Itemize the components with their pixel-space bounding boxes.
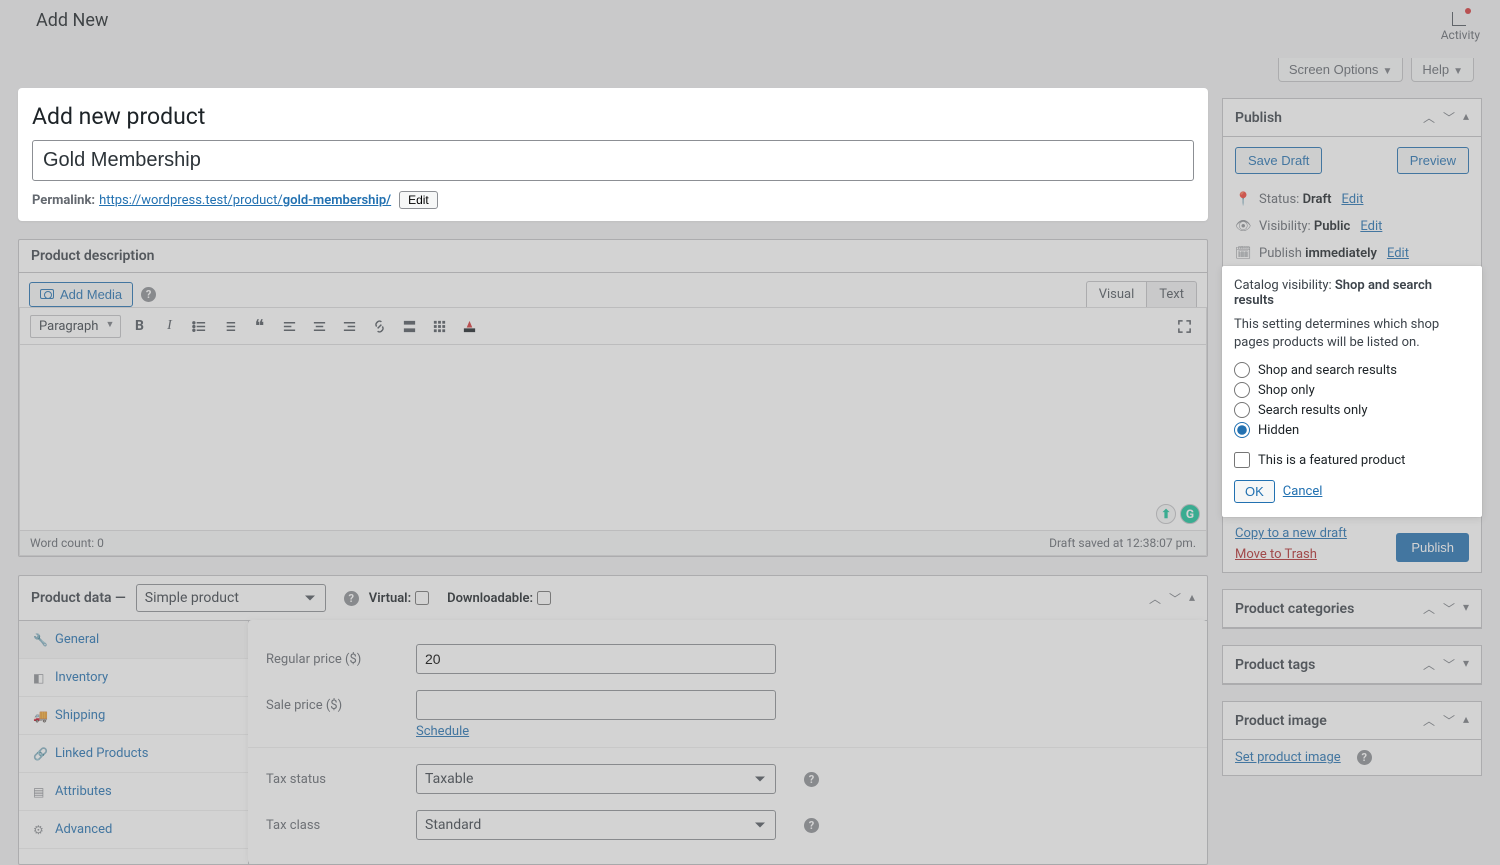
page-title: Add new product	[32, 103, 1194, 130]
catalog-desc: This setting determines which shop pages…	[1234, 316, 1470, 352]
opt-shop-only[interactable]: Shop only	[1234, 380, 1470, 400]
opt-hidden[interactable]: Hidden	[1234, 420, 1470, 440]
cancel-link[interactable]: Cancel	[1283, 484, 1323, 499]
product-title-input[interactable]	[32, 140, 1194, 181]
ok-button[interactable]: OK	[1234, 480, 1275, 503]
permalink-label: Permalink:	[32, 193, 95, 208]
opt-search-only[interactable]: Search results only	[1234, 400, 1470, 420]
edit-slug-button[interactable]: Edit	[399, 191, 438, 209]
title-card: Add new product Permalink: https://wordp…	[18, 88, 1208, 221]
permalink-link[interactable]: https://wordpress.test/product/gold-memb…	[99, 193, 391, 208]
catalog-visibility-panel: Catalog visibility: Shop and search resu…	[1222, 266, 1482, 517]
opt-shop-search[interactable]: Shop and search results	[1234, 360, 1470, 380]
featured-checkbox[interactable]: This is a featured product	[1234, 450, 1470, 470]
